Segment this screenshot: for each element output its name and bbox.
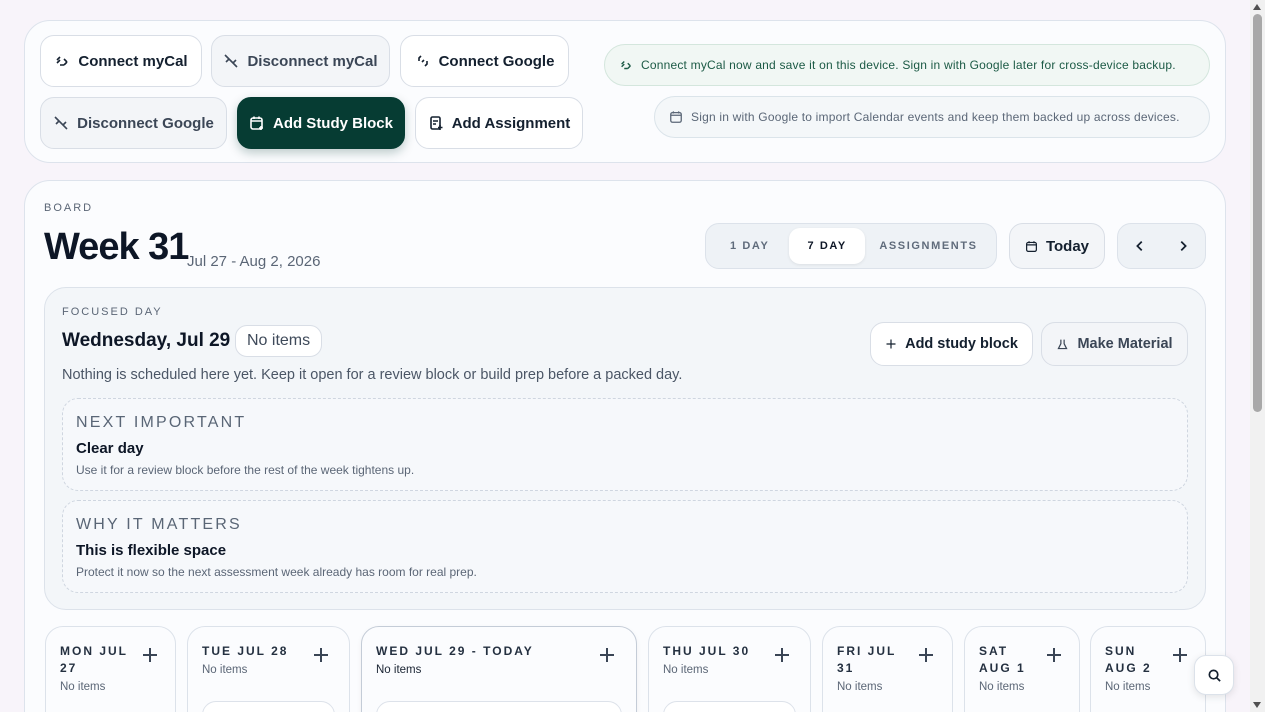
day-column-fri[interactable]: FRI JUL 31 No items: [822, 626, 953, 712]
unlink-icon: [54, 116, 68, 130]
next-week-button[interactable]: [1162, 224, 1206, 268]
day-column-mon[interactable]: MON JUL 27 No items: [45, 626, 176, 712]
day-column-sun[interactable]: SUN AUG 2 No items: [1090, 626, 1206, 712]
add-item-icon[interactable]: [600, 648, 614, 662]
add-study-block-inline-button[interactable]: Add study block: [870, 322, 1033, 366]
card-title: This is flexible space: [76, 542, 227, 559]
search-button[interactable]: [1194, 655, 1234, 695]
day-item-count: No items: [979, 681, 1025, 693]
empty-slot[interactable]: [376, 701, 622, 712]
empty-slot[interactable]: [663, 701, 796, 712]
chevron-left-icon: [1135, 241, 1143, 251]
clipboard-plus-icon: [429, 116, 443, 130]
day-column-sat[interactable]: SAT AUG 1 No items: [964, 626, 1080, 712]
next-important-card: NEXT IMPORTANT Clear day Use it for a re…: [62, 398, 1188, 491]
link-icon: [621, 61, 631, 70]
week-navigation: [1117, 223, 1206, 269]
scroll-up-icon[interactable]: [1253, 4, 1261, 10]
calendar-plus-icon: [250, 116, 263, 130]
day-column-tue[interactable]: TUE JUL 28 No items: [187, 626, 350, 712]
flask-icon: [1057, 339, 1068, 349]
day-column-thu[interactable]: THU JUL 30 No items: [648, 626, 811, 712]
day-item-count: No items: [376, 664, 422, 676]
disconnect-google-button[interactable]: Disconnect Google: [40, 97, 227, 149]
link-icon: [56, 56, 68, 66]
focused-day-eyebrow: FOCUSED DAY: [62, 306, 163, 318]
chevron-right-icon: [1180, 241, 1188, 251]
add-assignment-button[interactable]: Add Assignment: [415, 97, 583, 149]
add-item-icon[interactable]: [919, 648, 933, 662]
day-column-wed-today[interactable]: WED JUL 29 - TODAY No items: [361, 626, 637, 712]
today-button[interactable]: Today: [1009, 223, 1105, 269]
view-switcher: 1 DAY 7 DAY ASSIGNMENTS: [705, 223, 997, 269]
add-item-icon[interactable]: [314, 648, 328, 662]
scrollbar-thumb[interactable]: [1253, 14, 1262, 412]
link-icon: [417, 55, 428, 67]
day-item-count: No items: [1105, 681, 1151, 693]
unlink-icon: [224, 54, 239, 68]
connect-mycal-button[interactable]: Connect myCal: [40, 35, 202, 87]
calendar-icon: [1025, 240, 1037, 252]
day-name: SAT AUG 1: [979, 644, 1026, 675]
add-item-icon[interactable]: [1173, 648, 1187, 662]
focused-day-description: Nothing is scheduled here yet. Keep it o…: [62, 367, 683, 383]
day-name: WED JUL 29 - TODAY: [376, 644, 534, 658]
card-heading: WHY IT MATTERS: [76, 516, 242, 533]
plus-icon: [886, 339, 896, 349]
connect-google-button[interactable]: Connect Google: [400, 35, 569, 87]
item-count-badge: No items: [235, 325, 323, 357]
add-item-icon[interactable]: [1047, 648, 1061, 662]
day-name: MON JUL 27: [60, 644, 128, 675]
make-material-button[interactable]: Make Material: [1041, 322, 1188, 366]
card-title: Clear day: [76, 440, 144, 457]
card-description: Use it for a review block before the res…: [76, 463, 415, 477]
tab-assignments[interactable]: ASSIGNMENTS: [865, 228, 992, 264]
add-item-icon[interactable]: [775, 648, 789, 662]
search-icon: [1208, 669, 1221, 682]
page-title: Week 31: [44, 226, 189, 268]
focused-day-title: Wednesday, Jul 29: [62, 330, 231, 351]
tab-1-day[interactable]: 1 DAY: [710, 228, 789, 264]
week-range: Jul 27 - Aug 2, 2026: [187, 253, 321, 270]
day-name: FRI JUL 31: [837, 644, 897, 675]
day-name: THU JUL 30: [663, 644, 751, 658]
previous-week-button[interactable]: [1118, 224, 1162, 268]
day-item-count: No items: [837, 681, 883, 693]
card-description: Protect it now so the next assessment we…: [76, 565, 477, 579]
day-item-count: No items: [60, 681, 106, 693]
day-item-count: No items: [202, 664, 248, 676]
card-heading: NEXT IMPORTANT: [76, 414, 247, 431]
scroll-down-icon[interactable]: [1253, 702, 1261, 708]
mycal-notice: Connect myCal now and save it on this de…: [604, 44, 1210, 86]
why-it-matters-card: WHY IT MATTERS This is flexible space Pr…: [62, 500, 1188, 593]
disconnect-mycal-button[interactable]: Disconnect myCal: [211, 35, 390, 87]
google-notice: Sign in with Google to import Calendar e…: [654, 96, 1210, 138]
board-eyebrow: BOARD: [44, 202, 94, 214]
day-name: TUE JUL 28: [202, 644, 289, 658]
empty-slot[interactable]: [202, 701, 335, 712]
day-name: SUN AUG 2: [1105, 644, 1152, 675]
calendar-icon: [670, 111, 682, 123]
tab-7-day[interactable]: 7 DAY: [789, 228, 865, 264]
day-item-count: No items: [663, 664, 709, 676]
add-item-icon[interactable]: [143, 648, 157, 662]
add-study-block-button[interactable]: Add Study Block: [237, 97, 405, 149]
page-scrollbar[interactable]: [1250, 0, 1265, 712]
